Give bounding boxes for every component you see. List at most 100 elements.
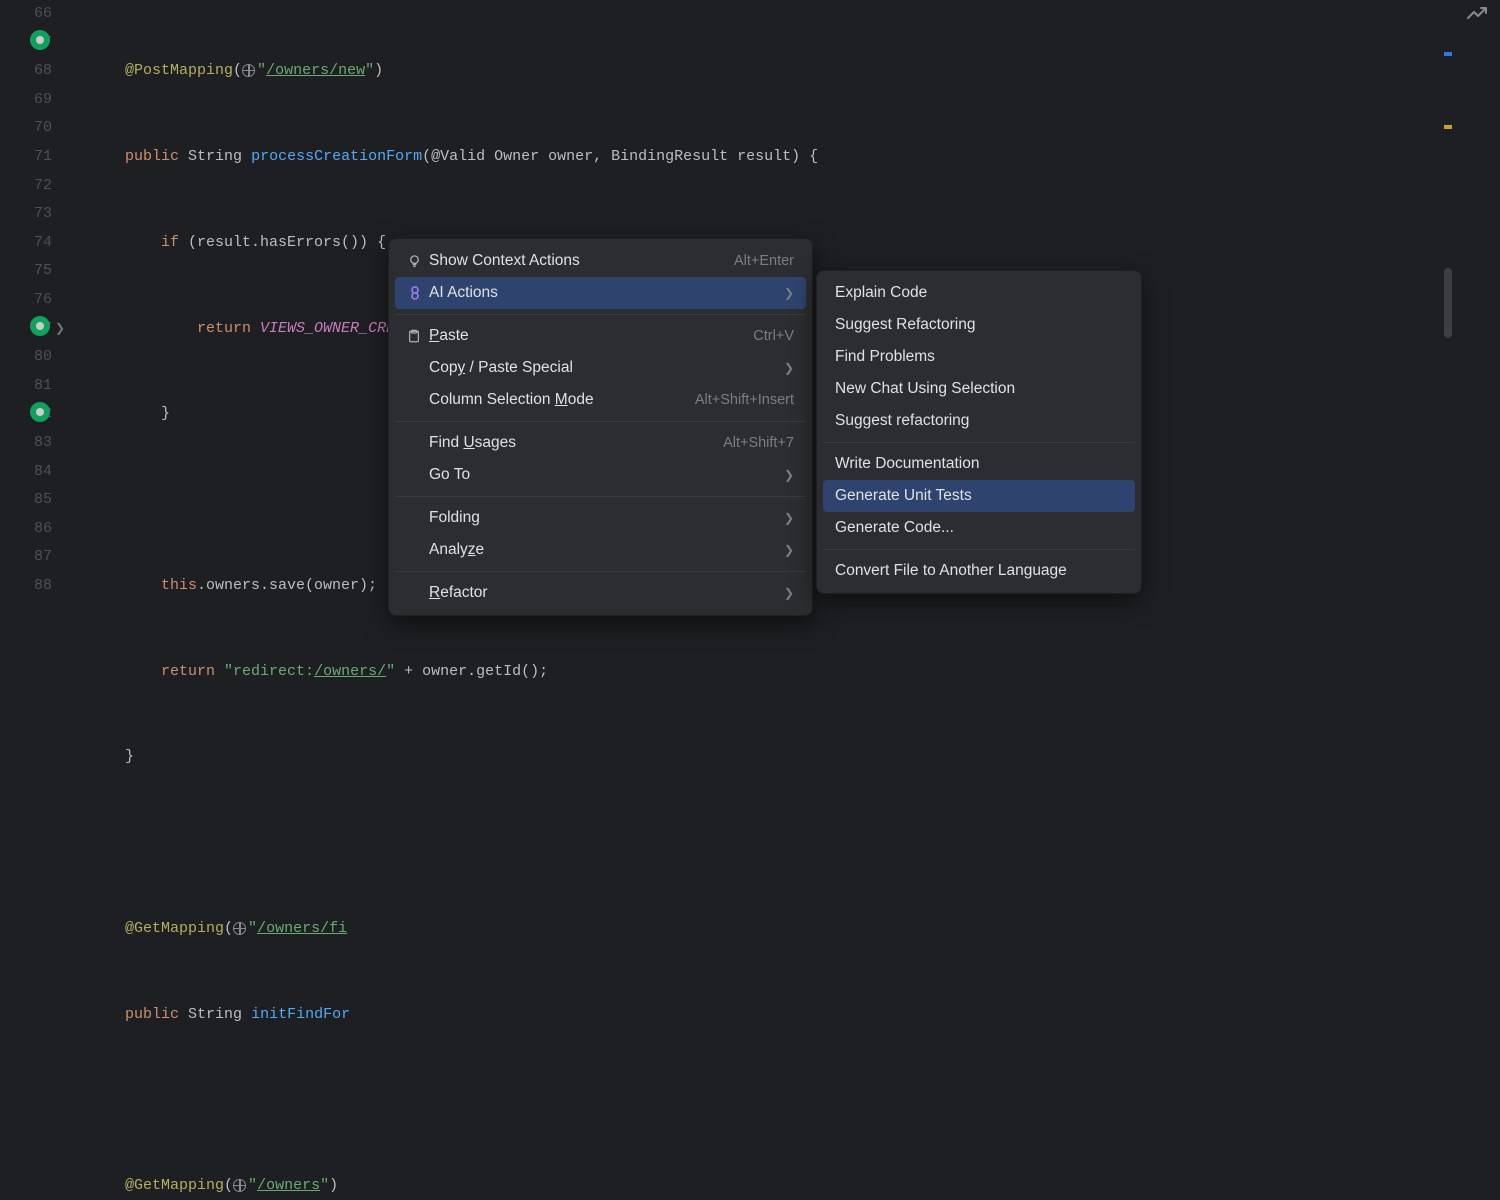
line-number: 71	[0, 143, 52, 172]
condition: (result.hasErrors()) {	[179, 234, 386, 251]
menu-item-label: Column Selection Mode	[429, 391, 695, 409]
line-number: 87	[0, 543, 52, 572]
menu-item-label: Explain Code	[835, 284, 1123, 302]
menu-item[interactable]: Folding ❯	[395, 502, 806, 534]
url-string: /owners/fi	[257, 920, 347, 937]
menu-item[interactable]: Find UsagesAlt+Shift+7	[395, 427, 806, 459]
lightbulb-icon	[407, 254, 429, 269]
chevron-right-icon: ❯	[784, 586, 794, 600]
chevron-right-icon: ❯	[784, 361, 794, 375]
menu-item-shortcut: Alt+Enter	[734, 253, 794, 269]
menu-item[interactable]: Explain Code	[823, 277, 1135, 309]
line-number: 85	[0, 486, 52, 515]
menu-divider	[823, 549, 1135, 550]
keyword: if	[161, 234, 179, 251]
web-icon	[242, 64, 255, 77]
menu-item[interactable]: New Chat Using Selection	[823, 373, 1135, 405]
type: String	[188, 148, 242, 165]
menu-item[interactable]: Suggest Refactoring	[823, 309, 1135, 341]
menu-item-shortcut: Alt+Shift+7	[723, 435, 794, 451]
menu-item[interactable]: Go To ❯	[395, 459, 806, 491]
chevron-right-icon: ❯	[784, 511, 794, 525]
gutter-run-marker[interactable]	[30, 402, 50, 422]
menu-item[interactable]: Show Context ActionsAlt+Enter	[395, 245, 806, 277]
url-string: /owners/	[314, 663, 386, 680]
menu-item[interactable]: Find Problems	[823, 341, 1135, 373]
web-icon	[233, 922, 246, 935]
menu-item[interactable]: Analyze ❯	[395, 534, 806, 566]
menu-item-label: New Chat Using Selection	[835, 380, 1123, 398]
params: (@Valid Owner owner, BindingResult resul…	[422, 148, 818, 165]
menu-item-label: Go To	[429, 466, 774, 484]
string: "redirect:	[224, 663, 314, 680]
keyword: public	[125, 1006, 179, 1023]
menu-item[interactable]: Copy / Paste Special ❯	[395, 352, 806, 384]
line-number: 76	[0, 286, 52, 315]
line-number: 74	[0, 229, 52, 258]
chevron-right-icon: ❯	[784, 286, 794, 300]
menu-item[interactable]: Suggest refactoring	[823, 405, 1135, 437]
menu-item[interactable]: Generate Unit Tests	[823, 480, 1135, 512]
chevron-right-icon[interactable]: ❯	[55, 321, 65, 336]
method-name: processCreationForm	[251, 148, 422, 165]
warning-marker[interactable]	[1444, 125, 1452, 129]
line-number: 72	[0, 172, 52, 201]
keyword: return	[161, 663, 215, 680]
menu-item-label: Convert File to Another Language	[835, 562, 1123, 580]
line-number	[0, 629, 52, 658]
type: String	[188, 1006, 242, 1023]
menu-item-label: Suggest refactoring	[835, 412, 1123, 430]
menu-divider	[395, 314, 806, 315]
menu-item-label: Suggest Refactoring	[835, 316, 1123, 334]
menu-item[interactable]: Generate Code...	[823, 512, 1135, 544]
line-number: 69	[0, 86, 52, 115]
scrollbar-thumb[interactable]	[1444, 268, 1452, 338]
right-gutter	[1440, 0, 1500, 600]
menu-item[interactable]: AI Actions ❯	[395, 277, 806, 309]
gutter-run-marker[interactable]	[30, 30, 50, 50]
menu-divider	[823, 442, 1135, 443]
brace: }	[125, 748, 134, 765]
menu-item-label: Folding	[429, 509, 774, 527]
menu-item-label: Copy / Paste Special	[429, 359, 774, 377]
annotation: @PostMapping	[125, 62, 233, 79]
web-icon	[233, 1179, 246, 1192]
line-number: 73	[0, 200, 52, 229]
keyword: public	[125, 148, 179, 165]
code-text: .owners.save(owner);	[197, 577, 377, 594]
menu-item-label: Generate Code...	[835, 519, 1123, 537]
menu-item[interactable]: PasteCtrl+V	[395, 320, 806, 352]
clipboard-icon	[407, 329, 429, 344]
line-number: 70	[0, 114, 52, 143]
gutter-run-marker[interactable]	[30, 316, 50, 336]
error-marker[interactable]	[1444, 52, 1452, 56]
menu-item[interactable]: Convert File to Another Language	[823, 555, 1135, 587]
menu-item-label: Refactor	[429, 584, 774, 602]
menu-item-label: AI Actions	[429, 284, 774, 302]
trend-icon[interactable]	[1466, 6, 1488, 27]
menu-item[interactable]: Refactor ❯	[395, 577, 806, 609]
chevron-right-icon: ❯	[784, 468, 794, 482]
line-number	[0, 600, 52, 629]
chevron-right-icon: ❯	[784, 543, 794, 557]
code-text: + owner.getId();	[395, 663, 548, 680]
menu-item-shortcut: Ctrl+V	[753, 328, 794, 344]
url-string: /owners/new	[266, 62, 365, 79]
menu-item-label: Analyze	[429, 541, 774, 559]
annotation: @GetMapping	[125, 1177, 224, 1194]
menu-item[interactable]: Column Selection ModeAlt+Shift+Insert	[395, 384, 806, 416]
menu-divider	[395, 421, 806, 422]
line-number: 75	[0, 257, 52, 286]
keyword: this	[161, 577, 197, 594]
menu-item-label: Find Usages	[429, 434, 723, 452]
brace: }	[161, 405, 170, 422]
menu-item-label: Paste	[429, 327, 753, 345]
context-menu: Show Context ActionsAlt+Enter AI Actions ❯…	[388, 238, 813, 616]
menu-divider	[395, 571, 806, 572]
url-string: /owners	[257, 1177, 320, 1194]
menu-item-label: Write Documentation	[835, 455, 1123, 473]
annotation: @GetMapping	[125, 920, 224, 937]
menu-item[interactable]: Write Documentation	[823, 448, 1135, 480]
line-number: 88	[0, 572, 52, 601]
line-number: 68	[0, 57, 52, 86]
